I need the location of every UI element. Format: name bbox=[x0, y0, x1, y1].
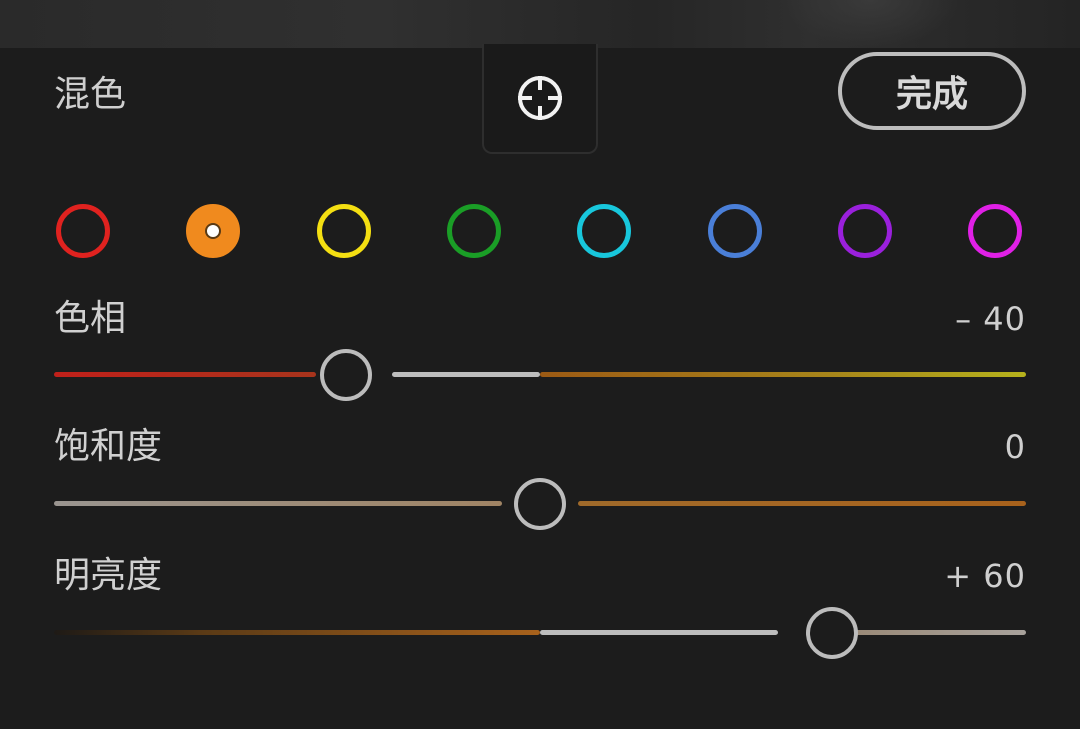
luminance-track-active bbox=[540, 630, 778, 635]
luminance-slider-thumb[interactable] bbox=[806, 607, 858, 659]
swatch-yellow[interactable] bbox=[317, 204, 371, 258]
hue-value: – 40 bbox=[955, 300, 1026, 338]
luminance-label: 明亮度 bbox=[54, 555, 163, 596]
saturation-track-left bbox=[54, 501, 502, 506]
saturation-track-right bbox=[578, 501, 1026, 506]
hue-label: 色相 bbox=[54, 298, 127, 339]
saturation-label: 饱和度 bbox=[54, 426, 163, 467]
selected-indicator-dot bbox=[207, 225, 219, 237]
saturation-slider-thumb[interactable] bbox=[514, 478, 566, 530]
hue-track-left bbox=[54, 372, 316, 377]
hue-track-active bbox=[392, 372, 540, 377]
luminance-slider[interactable] bbox=[54, 607, 1026, 659]
swatch-magenta[interactable] bbox=[968, 204, 1022, 258]
target-adjustment-tool[interactable] bbox=[482, 44, 598, 154]
swatch-aqua[interactable] bbox=[577, 204, 631, 258]
swatch-purple[interactable] bbox=[838, 204, 892, 258]
luminance-value: + 60 bbox=[944, 557, 1026, 595]
luminance-track-right bbox=[854, 630, 1026, 635]
swatch-orange[interactable] bbox=[186, 204, 240, 258]
done-button[interactable]: 完成 bbox=[838, 52, 1026, 130]
hue-slider[interactable] bbox=[54, 349, 1026, 401]
hue-track-right bbox=[540, 372, 1026, 377]
photo-preview-strip bbox=[0, 0, 1080, 48]
saturation-slider[interactable] bbox=[54, 478, 1026, 530]
panel-title: 混色 bbox=[54, 74, 127, 115]
luminance-track-left bbox=[54, 630, 540, 635]
saturation-value: 0 bbox=[1004, 428, 1026, 466]
crosshair-target-icon bbox=[518, 76, 562, 120]
swatch-blue[interactable] bbox=[708, 204, 762, 258]
hue-slider-thumb[interactable] bbox=[320, 349, 372, 401]
swatch-red[interactable] bbox=[56, 204, 110, 258]
swatch-green[interactable] bbox=[447, 204, 501, 258]
